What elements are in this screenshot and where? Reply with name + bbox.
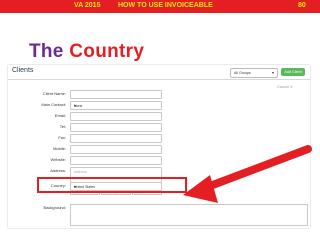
app-header: Clients All Groups ▾ Add Client [8,65,310,80]
email-label: Email: [54,113,66,118]
close-icon: ✕ [289,85,293,89]
slide-title: The Country [29,41,144,63]
website-label: Website: [50,157,67,162]
mobile-label: Mobile: [53,146,66,151]
slide-title-word1: The [29,41,64,62]
slide-header-bar: VA 2015 HOW TO USE INVOICEABLE 80 [0,0,320,13]
client-name-label: Client Name: [42,91,66,96]
chevron-down-icon: ▾ [271,70,274,75]
slide-title-word2: Country [69,41,145,62]
tel-field[interactable] [70,123,162,132]
fax-label: Fax: [58,135,66,140]
background-label: Background: [43,205,66,210]
cancel-label: Cancel [277,85,289,89]
mobile-field[interactable] [70,145,162,154]
email-field[interactable] [70,112,162,121]
group-select-value: All Groups [234,70,251,75]
header-title: HOW TO USE INVOICEABLE [118,2,213,9]
group-select[interactable]: All Groups ▾ [230,68,278,78]
page-number: 80 [298,2,306,9]
cancel-link[interactable]: Cancel ✕ [277,85,293,89]
fax-field[interactable] [70,134,162,143]
website-field[interactable] [70,156,162,165]
main-contact-label: Main Contact: [41,102,66,107]
chevron-down-icon: ▾ [74,104,76,108]
add-client-button[interactable]: Add Client [281,68,305,76]
header-left-text: VA 2015 [74,2,101,9]
page-title: Clients [12,67,34,74]
main-contact-select[interactable]: None ▾ [70,101,162,110]
country-highlight-box [37,177,187,193]
red-arrow-icon [183,145,312,203]
address-label: Address: [50,168,66,173]
client-name-field[interactable] [70,90,162,99]
address-placeholder: Address [74,169,87,174]
tel-label: Tel: [59,124,66,129]
